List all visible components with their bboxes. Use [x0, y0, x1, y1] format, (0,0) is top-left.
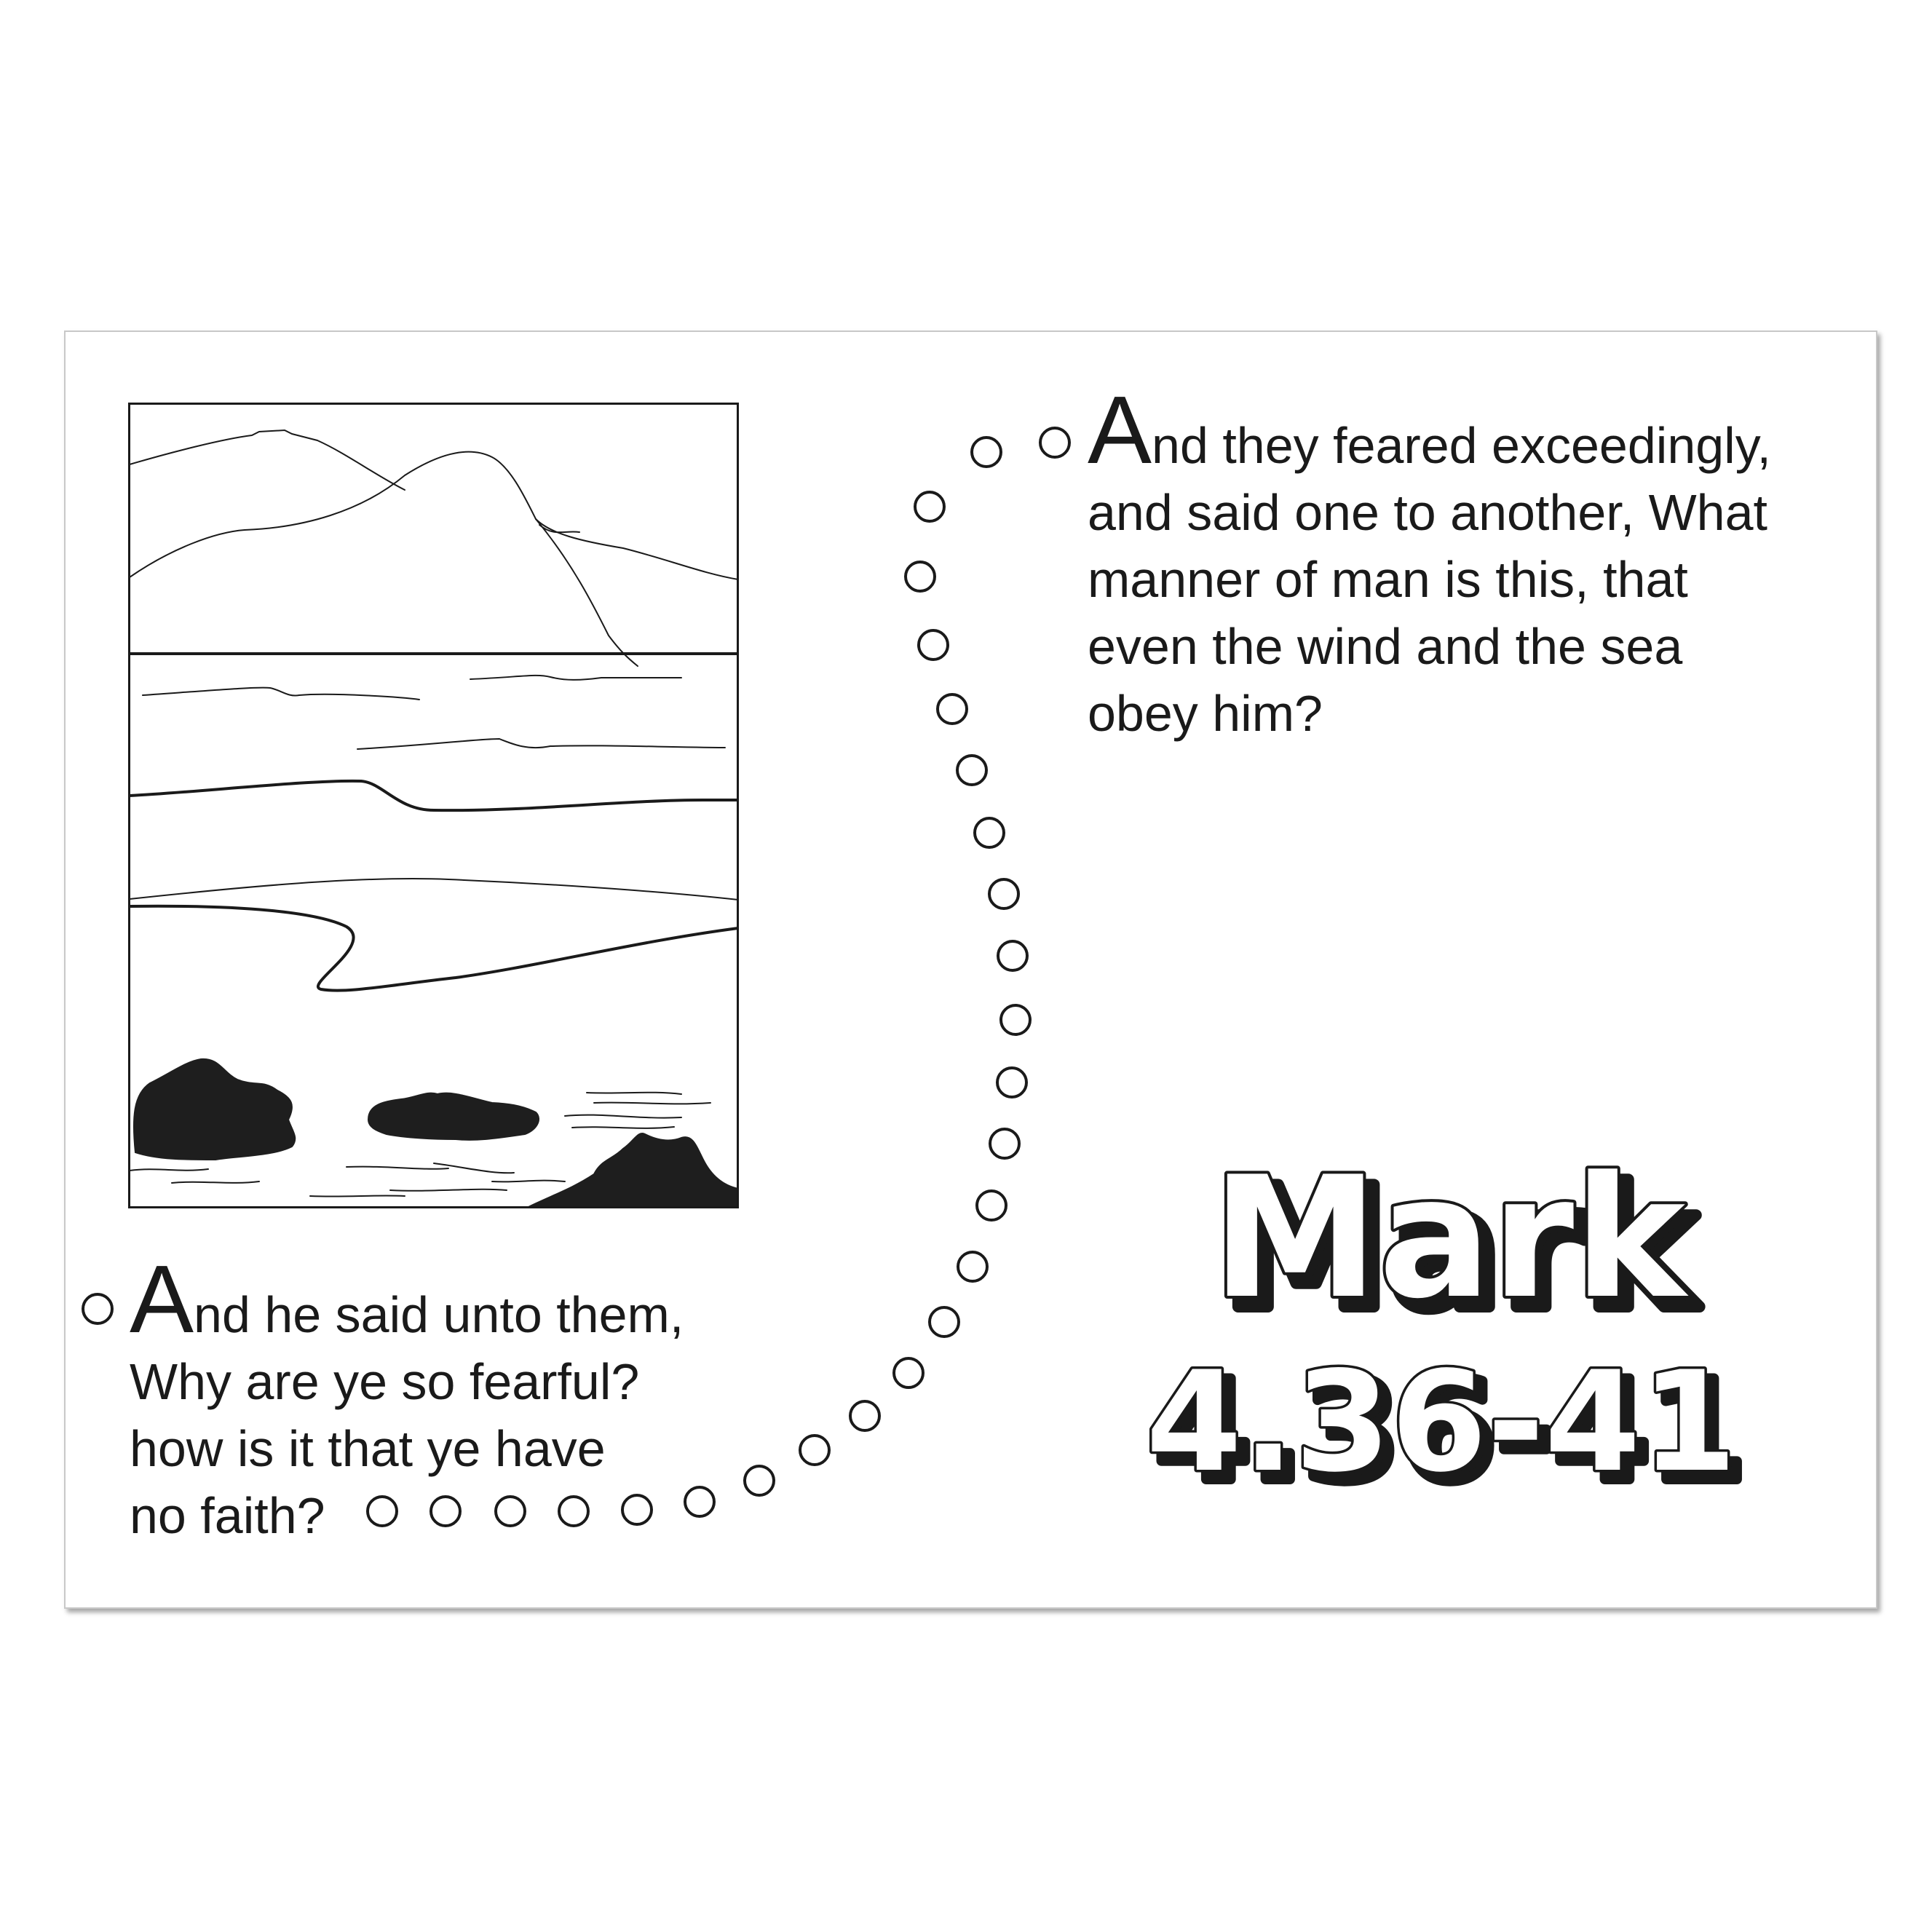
wave-line-3 [357, 737, 726, 750]
wave-line-4 [128, 779, 739, 812]
near-mountain-ridge [129, 451, 739, 580]
verse-bottom-dropcap: A [130, 1246, 194, 1353]
wave-line-1 [142, 686, 420, 700]
reference-verses: 4.36-41 [1146, 1342, 1737, 1496]
verse-bottom-line-1: nd he said unto them, [194, 1286, 684, 1343]
verse-top-line-3: manner of man is this, that [1088, 551, 1688, 608]
wave-line-5 [129, 878, 739, 900]
wave-crest [128, 904, 739, 992]
far-mountain-ridge [129, 429, 405, 491]
foam-lines-3 [129, 1168, 566, 1184]
foam-lines-2 [309, 1163, 515, 1197]
verse-top-line-1: nd they feared exceedingly, [1152, 417, 1771, 474]
verse-top-line-5: obey him? [1088, 685, 1323, 742]
verse-bottom-line-2: Why are ye so fearful? [130, 1353, 640, 1410]
rock-middle [367, 1092, 539, 1141]
rock-right [528, 1133, 739, 1208]
reference-book: Mark [1212, 1141, 1690, 1336]
sea-scene-illustration [128, 403, 739, 1208]
foam-lines-1 [564, 1091, 711, 1129]
scripture-reference: Mark Mark 4.36-41 4.36-41 [1143, 1139, 1751, 1496]
verse-top-dropcap: A [1088, 376, 1152, 483]
verse-top: And they feared exceedingly, and said on… [1088, 382, 1859, 747]
rock-left [132, 1058, 296, 1161]
verse-top-line-2: and said one to another, What [1088, 484, 1767, 541]
wave-line-2 [470, 674, 682, 681]
verse-top-line-4: even the wind and the sea [1088, 618, 1683, 675]
verse-bottom-line-3: how is it that ye have [130, 1420, 606, 1477]
verse-bottom-line-4: no faith? [130, 1487, 325, 1544]
verse-bottom: And he said unto them, Why are ye so fea… [130, 1251, 785, 1549]
